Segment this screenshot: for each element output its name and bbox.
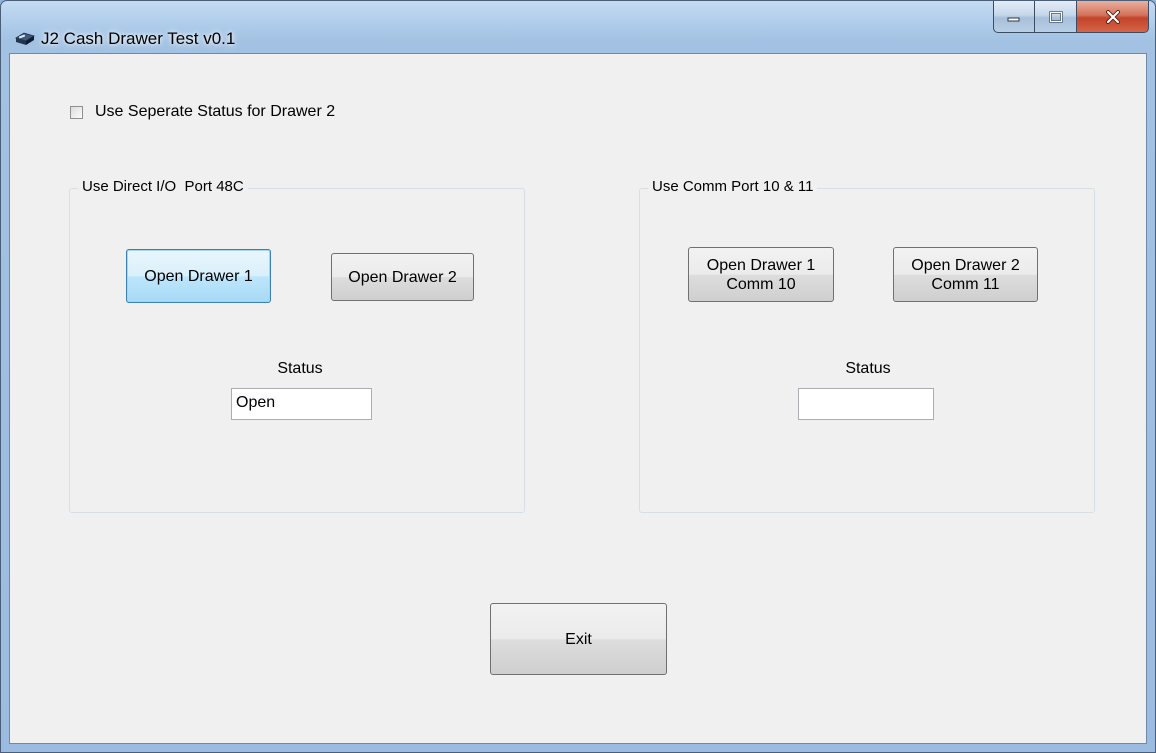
open-drawer-2-button[interactable]: Open Drawer 2 <box>331 253 474 301</box>
open-drawer-2-label: Open Drawer 2 <box>348 268 457 286</box>
comm-port-status-label: Status <box>845 360 891 377</box>
direct-io-group: Use Direct I/O Port 48C Open Drawer 1 Op… <box>69 178 525 513</box>
open-drawer-1-comm10-label: Open Drawer 1 Comm 10 <box>706 256 816 293</box>
comm-port-group-label: Use Comm Port 10 & 11 <box>648 178 818 195</box>
minimize-button[interactable] <box>993 1 1035 33</box>
direct-io-group-label: Use Direct I/O Port 48C <box>78 178 248 195</box>
close-icon <box>1105 9 1120 24</box>
separate-status-checkbox[interactable] <box>70 105 83 119</box>
caption-buttons <box>993 1 1149 35</box>
open-drawer-2-comm11-label: Open Drawer 2 Comm 11 <box>911 256 1020 293</box>
maximize-icon <box>1048 10 1063 23</box>
maximize-button[interactable] <box>1035 1 1077 33</box>
direct-io-status-label: Status <box>277 360 323 377</box>
direct-io-status-field[interactable]: Open <box>231 388 372 420</box>
open-drawer-1-comm10-button[interactable]: Open Drawer 1 Comm 10 <box>688 247 834 302</box>
exit-button[interactable]: Exit <box>490 603 667 675</box>
title-bar[interactable]: J2 Cash Drawer Test v0.1 <box>1 1 1155 53</box>
separate-status-option[interactable]: Use Seperate Status for Drawer 2 <box>70 103 335 121</box>
open-drawer-1-button[interactable]: Open Drawer 1 <box>126 249 271 303</box>
separate-status-label[interactable]: Use Seperate Status for Drawer 2 <box>95 103 335 121</box>
comm-port-group: Use Comm Port 10 & 11 Open Drawer 1 Comm… <box>639 178 1095 513</box>
exit-label: Exit <box>565 630 592 648</box>
minimize-icon <box>1007 17 1020 21</box>
cash-drawer-icon <box>15 32 35 45</box>
close-button[interactable] <box>1077 1 1149 33</box>
open-drawer-1-label: Open Drawer 1 <box>144 267 253 285</box>
comm-port-status-field[interactable] <box>798 388 934 420</box>
app-window: J2 Cash Drawer Test v0.1 Use Seperate St… <box>0 0 1156 753</box>
window-title: J2 Cash Drawer Test v0.1 <box>41 29 236 48</box>
client-area: Use Seperate Status for Drawer 2 Use Dir… <box>9 53 1147 744</box>
open-drawer-2-comm11-button[interactable]: Open Drawer 2 Comm 11 <box>893 247 1038 302</box>
